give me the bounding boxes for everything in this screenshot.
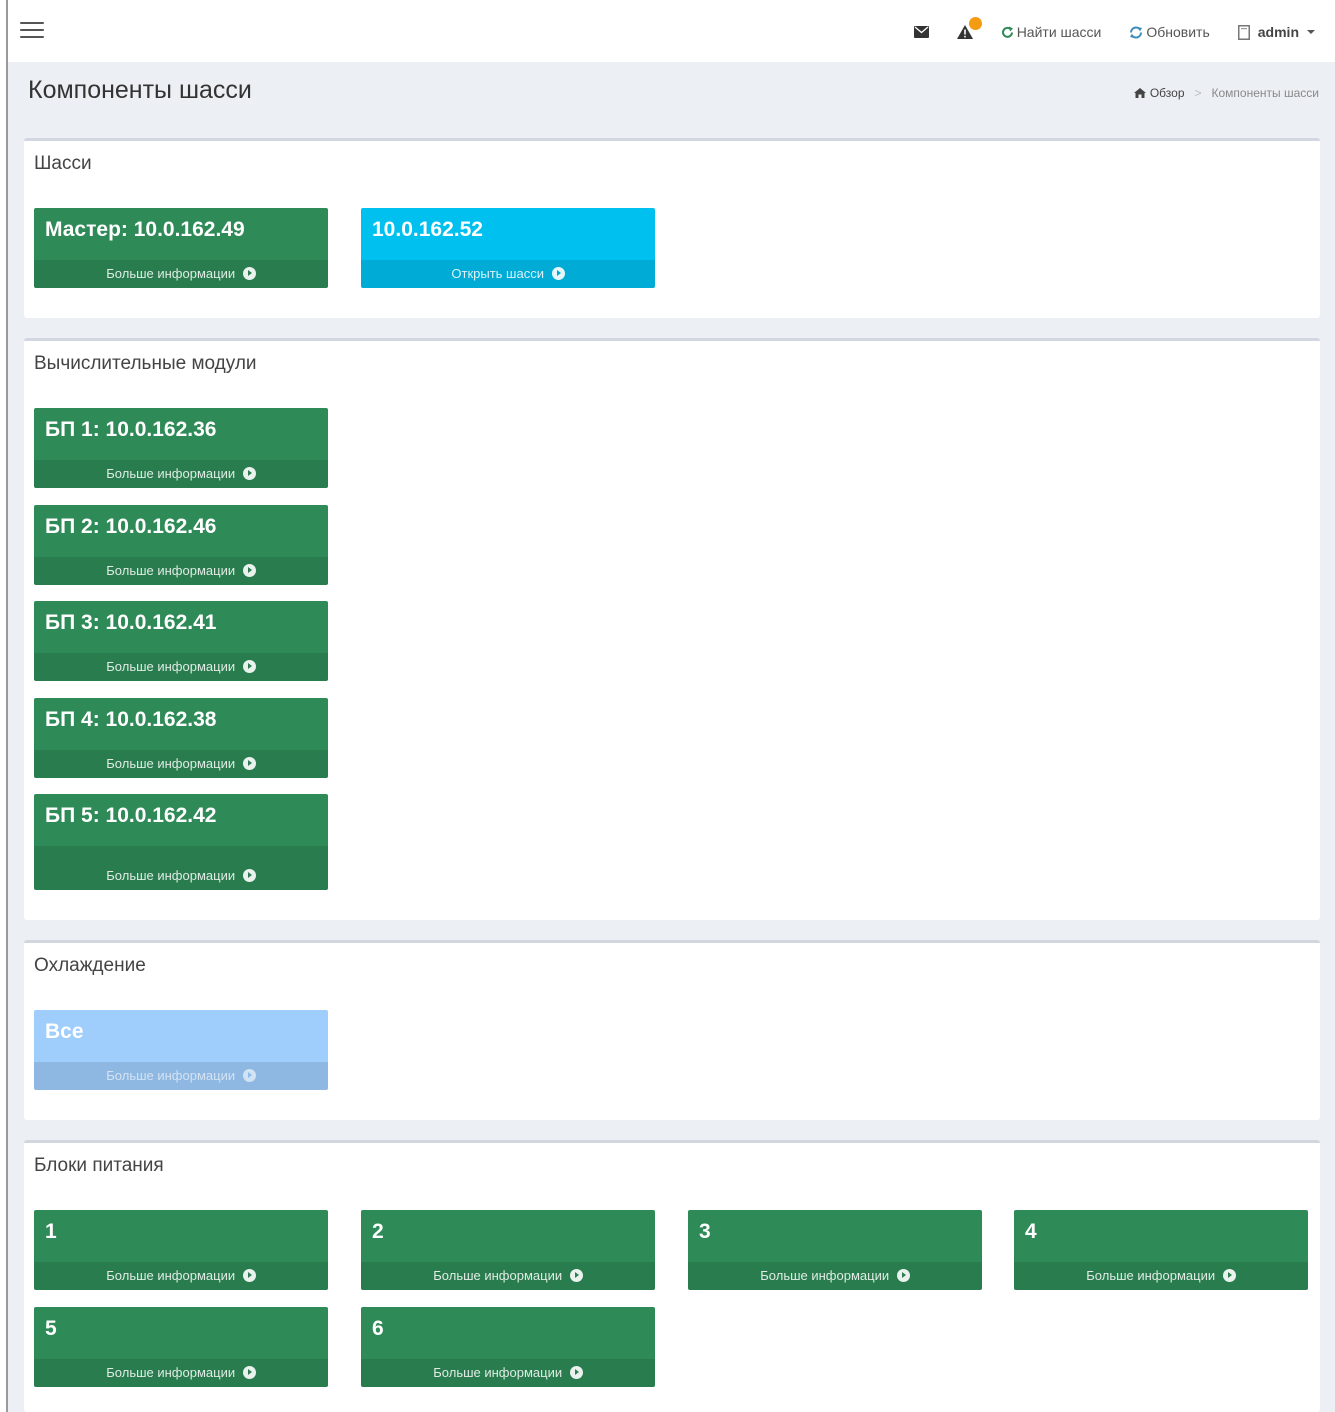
arrow-circle-right-icon xyxy=(1222,1269,1236,1282)
menu-toggle-icon[interactable] xyxy=(20,22,44,40)
power-tile-1[interactable]: 1 Больше информации xyxy=(34,1210,328,1290)
more-info-link[interactable]: Больше информации xyxy=(34,750,328,778)
arrow-circle-right-icon xyxy=(242,1366,256,1379)
arrow-circle-right-icon xyxy=(569,1366,583,1379)
more-info-link[interactable]: Больше информации xyxy=(34,653,328,681)
chevron-down-icon xyxy=(1307,30,1315,34)
more-info-link[interactable]: Больше информации xyxy=(361,1262,655,1290)
power-tile-3[interactable]: 3 Больше информации xyxy=(688,1210,982,1290)
alerts-button[interactable] xyxy=(956,17,982,46)
tile-title: 1 xyxy=(45,1220,57,1243)
refresh-icon xyxy=(1130,26,1143,38)
top-navbar: Найти шасси Обновить admin xyxy=(8,0,1335,62)
more-info-link[interactable]: Больше информации xyxy=(34,1062,328,1090)
tile-title: Все xyxy=(45,1020,84,1043)
more-info-link[interactable]: Больше информации xyxy=(361,1359,655,1387)
messages-button[interactable] xyxy=(913,18,929,46)
user-menu[interactable]: admin xyxy=(1237,18,1315,46)
more-info-link[interactable]: Больше информации xyxy=(34,1359,328,1387)
section-title: Блоки питания xyxy=(34,1155,164,1176)
arrow-circle-right-icon xyxy=(242,869,256,882)
content-header: Компоненты шасси Обзор > Компоненты шасс… xyxy=(8,62,1335,138)
arrow-circle-right-icon xyxy=(896,1269,910,1282)
compute-tile-4[interactable]: БП 4: 10.0.162.38 Больше информации xyxy=(34,698,328,778)
find-chassis-button[interactable]: Найти шасси xyxy=(1001,18,1102,46)
power-tile-5[interactable]: 5 Больше информации xyxy=(34,1307,328,1387)
arrow-circle-right-icon xyxy=(242,1269,256,1282)
breadcrumb-home-label: Обзор xyxy=(1149,86,1185,100)
tile-title: БП 2: 10.0.162.46 xyxy=(45,515,217,538)
tile-title: 5 xyxy=(45,1317,57,1340)
refresh-label: Обновить xyxy=(1146,24,1210,40)
section-title: Вычислительные модули xyxy=(34,353,257,374)
breadcrumb: Обзор > Компоненты шасси xyxy=(1133,86,1319,100)
chassis-section: Шасси Мастер: 10.0.162.49 Больше информа… xyxy=(24,138,1320,318)
more-info-link[interactable]: Больше информации xyxy=(34,260,328,288)
section-title: Шасси xyxy=(34,153,92,174)
breadcrumb-home[interactable]: Обзор xyxy=(1133,86,1185,100)
content-wrapper: Компоненты шасси Обзор > Компоненты шасс… xyxy=(8,62,1335,1412)
tile-title: 6 xyxy=(372,1317,384,1340)
compute-section: Вычислительные модули БП 1: 10.0.162.36 … xyxy=(24,338,1320,920)
refresh-button[interactable]: Обновить xyxy=(1129,18,1210,46)
more-info-link[interactable]: Больше информации xyxy=(34,460,328,488)
alerts-badge xyxy=(968,17,982,30)
navbar-right: Найти шасси Обновить admin xyxy=(886,17,1315,46)
section-title: Охлаждение xyxy=(34,955,146,976)
cooling-tile-all[interactable]: Все Больше информации xyxy=(34,1010,328,1090)
home-icon xyxy=(1133,88,1146,98)
power-section: Блоки питания 1 Больше информации 2 Боль… xyxy=(24,1140,1320,1412)
arrow-circle-right-icon xyxy=(242,1069,256,1082)
arrow-circle-right-icon xyxy=(242,267,256,280)
open-chassis-link[interactable]: Открыть шасси xyxy=(361,260,655,288)
breadcrumb-separator: > xyxy=(1194,86,1202,100)
tile-title: 4 xyxy=(1025,1220,1037,1243)
tile-title: 10.0.162.52 xyxy=(372,218,483,241)
tile-title: Мастер: 10.0.162.49 xyxy=(45,218,245,241)
arrow-circle-right-icon xyxy=(242,564,256,577)
compute-tile-1[interactable]: БП 1: 10.0.162.36 Больше информации xyxy=(34,408,328,488)
cooling-section: Охлаждение Все Больше информации xyxy=(24,940,1320,1120)
arrow-circle-right-icon xyxy=(242,467,256,480)
tile-title: БП 3: 10.0.162.41 xyxy=(45,611,217,634)
find-chassis-label: Найти шасси xyxy=(1016,24,1102,40)
power-tile-2[interactable]: 2 Больше информации xyxy=(361,1210,655,1290)
chassis-tile-master[interactable]: Мастер: 10.0.162.49 Больше информации xyxy=(34,208,328,288)
user-icon xyxy=(1237,24,1250,40)
compute-tile-3[interactable]: БП 3: 10.0.162.41 Больше информации xyxy=(34,601,328,681)
more-info-link[interactable]: Больше информации xyxy=(34,1262,328,1290)
power-tile-4[interactable]: 4 Больше информации xyxy=(1014,1210,1308,1290)
more-info-link[interactable]: Больше информации xyxy=(1014,1262,1308,1290)
arrow-circle-right-icon xyxy=(242,660,256,673)
breadcrumb-current: Компоненты шасси xyxy=(1211,86,1319,100)
arrow-circle-right-icon xyxy=(551,267,565,280)
refresh-icon xyxy=(1001,26,1013,38)
arrow-circle-right-icon xyxy=(242,757,256,770)
page-title: Компоненты шасси xyxy=(28,76,252,104)
tile-title: 3 xyxy=(699,1220,711,1243)
more-info-link[interactable]: Больше информации xyxy=(688,1262,982,1290)
power-tile-6[interactable]: 6 Больше информации xyxy=(361,1307,655,1387)
compute-tile-2[interactable]: БП 2: 10.0.162.46 Больше информации xyxy=(34,505,328,585)
user-name: admin xyxy=(1257,24,1299,40)
envelope-icon xyxy=(913,26,929,38)
arrow-circle-right-icon xyxy=(569,1269,583,1282)
tile-title: БП 4: 10.0.162.38 xyxy=(45,708,217,731)
compute-tile-5[interactable]: БП 5: 10.0.162.42 Больше информации xyxy=(34,794,328,890)
tile-title: БП 1: 10.0.162.36 xyxy=(45,418,217,441)
tile-title: БП 5: 10.0.162.42 xyxy=(45,804,217,827)
tile-title: 2 xyxy=(372,1220,384,1243)
more-info-link[interactable]: Больше информации xyxy=(34,846,328,890)
more-info-link[interactable]: Больше информации xyxy=(34,557,328,585)
chassis-tile-slave[interactable]: 10.0.162.52 Открыть шасси xyxy=(361,208,655,288)
